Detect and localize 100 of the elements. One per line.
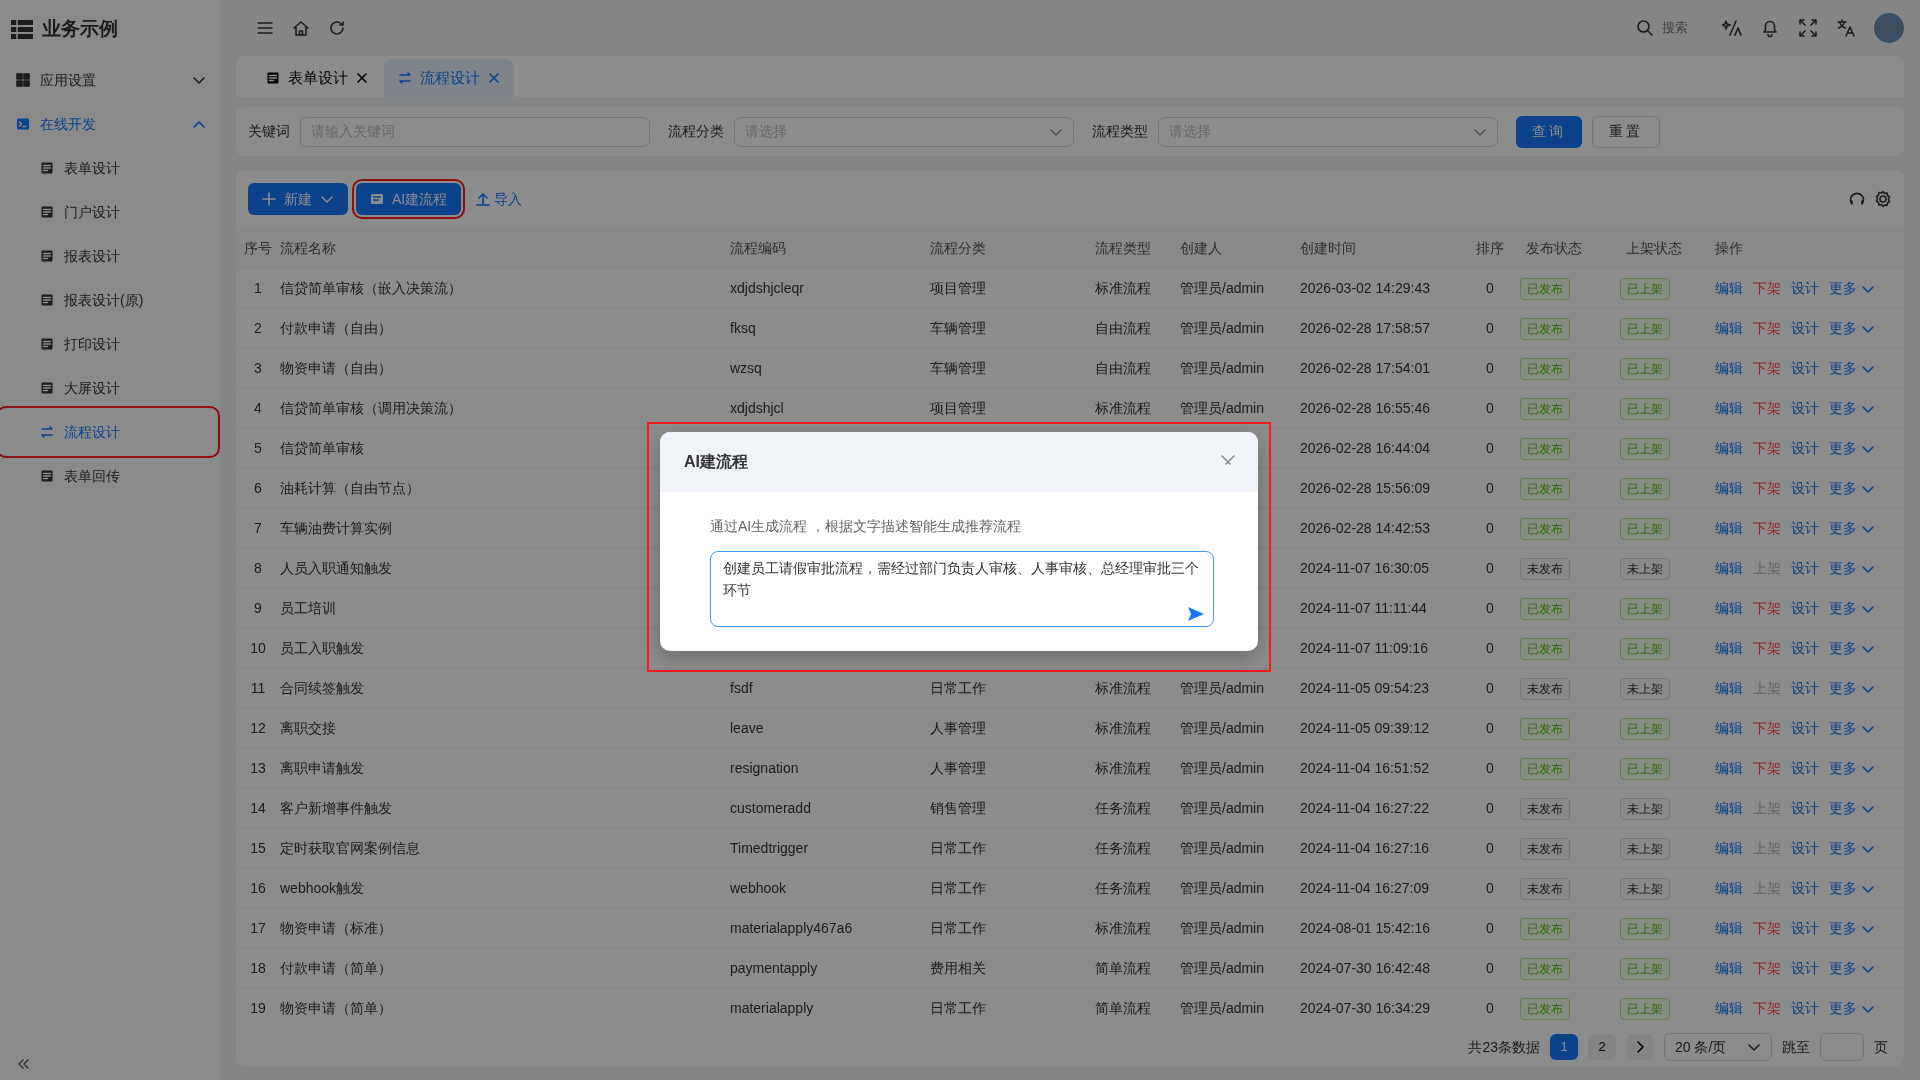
action-link[interactable]: 编辑 bbox=[1715, 758, 1743, 779]
prompt-field[interactable]: 创建员工请假审批流程，需经过部门负责人审核、人事审核、总经理审批三个环节 bbox=[710, 551, 1214, 627]
action-link[interactable]: 编辑 bbox=[1715, 718, 1743, 739]
action-link[interactable]: 设计 bbox=[1791, 638, 1819, 659]
action-link[interactable]: 编辑 bbox=[1715, 958, 1743, 979]
action-link[interactable]: 下架 bbox=[1753, 278, 1781, 299]
new-dropdown-button[interactable]: 新建 bbox=[248, 183, 348, 215]
action-link[interactable]: 设计 bbox=[1791, 838, 1819, 859]
action-link[interactable]: 编辑 bbox=[1715, 598, 1743, 619]
action-link[interactable]: 设计 bbox=[1791, 518, 1819, 539]
action-link[interactable]: 下架 bbox=[1753, 638, 1781, 659]
sidebar-group[interactable]: 应用设置 bbox=[0, 58, 220, 102]
fullscreen-icon[interactable] bbox=[1798, 18, 1818, 39]
more-dropdown-link[interactable]: 更多 bbox=[1829, 318, 1875, 339]
settings-icon[interactable] bbox=[1874, 190, 1892, 208]
action-link[interactable]: 设计 bbox=[1791, 358, 1819, 379]
sidebar-item[interactable]: 大屏设计 bbox=[0, 366, 216, 410]
more-dropdown-link[interactable]: 更多 bbox=[1829, 598, 1875, 619]
action-link[interactable]: 下架 bbox=[1753, 518, 1781, 539]
import-link[interactable]: 导入 bbox=[475, 187, 524, 211]
more-dropdown-link[interactable]: 更多 bbox=[1829, 558, 1875, 579]
reset-button[interactable]: 重置 bbox=[1592, 115, 1660, 148]
bell-icon[interactable] bbox=[1760, 18, 1780, 39]
translate-icon[interactable] bbox=[1836, 18, 1856, 39]
query-button[interactable]: 查询 bbox=[1516, 115, 1582, 148]
action-link[interactable]: 设计 bbox=[1791, 438, 1819, 459]
collapse-icon[interactable] bbox=[16, 1058, 30, 1070]
refresh-icon[interactable] bbox=[328, 19, 346, 38]
action-link[interactable]: 下架 bbox=[1753, 998, 1781, 1019]
action-link[interactable]: 下架 bbox=[1753, 918, 1781, 939]
action-link[interactable]: 编辑 bbox=[1715, 398, 1743, 419]
action-link[interactable]: 编辑 bbox=[1715, 798, 1743, 819]
sidebar-item[interactable]: 报表设计 bbox=[0, 234, 216, 278]
more-dropdown-link[interactable]: 更多 bbox=[1829, 278, 1875, 299]
more-dropdown-link[interactable]: 更多 bbox=[1829, 878, 1875, 899]
action-link[interactable]: 设计 bbox=[1791, 318, 1819, 339]
next-page-button[interactable] bbox=[1626, 1034, 1654, 1060]
action-link[interactable]: 设计 bbox=[1791, 998, 1819, 1019]
more-dropdown-link[interactable]: 更多 bbox=[1829, 958, 1875, 979]
action-link[interactable]: 设计 bbox=[1791, 278, 1819, 299]
action-link[interactable]: 设计 bbox=[1791, 678, 1819, 699]
action-link[interactable]: 编辑 bbox=[1715, 558, 1743, 579]
more-dropdown-link[interactable]: 更多 bbox=[1829, 718, 1875, 739]
sidebar-item[interactable]: 表单设计 bbox=[0, 146, 216, 190]
action-link[interactable]: 设计 bbox=[1791, 958, 1819, 979]
sidebar-item[interactable]: 报表设计(原) bbox=[0, 278, 216, 322]
more-dropdown-link[interactable]: 更多 bbox=[1829, 798, 1875, 819]
more-dropdown-link[interactable]: 更多 bbox=[1829, 918, 1875, 939]
action-link[interactable]: 下架 bbox=[1753, 358, 1781, 379]
more-dropdown-link[interactable]: 更多 bbox=[1829, 678, 1875, 699]
action-link[interactable]: 编辑 bbox=[1715, 438, 1743, 459]
action-link[interactable]: 设计 bbox=[1791, 758, 1819, 779]
action-link[interactable]: 下架 bbox=[1753, 478, 1781, 499]
sidebar-group[interactable]: 在线开发 bbox=[0, 102, 220, 146]
action-link[interactable]: 编辑 bbox=[1715, 518, 1743, 539]
action-link[interactable]: 编辑 bbox=[1715, 918, 1743, 939]
action-link[interactable]: 下架 bbox=[1753, 318, 1781, 339]
more-dropdown-link[interactable]: 更多 bbox=[1829, 398, 1875, 419]
action-link[interactable]: 编辑 bbox=[1715, 998, 1743, 1019]
more-dropdown-link[interactable]: 更多 bbox=[1829, 518, 1875, 539]
action-link[interactable]: 设计 bbox=[1791, 718, 1819, 739]
close-icon[interactable] bbox=[356, 72, 368, 85]
more-dropdown-link[interactable]: 更多 bbox=[1829, 758, 1875, 779]
action-link[interactable]: 编辑 bbox=[1715, 478, 1743, 499]
more-dropdown-link[interactable]: 更多 bbox=[1829, 638, 1875, 659]
action-link[interactable]: 编辑 bbox=[1715, 678, 1743, 699]
ai-sparkle-icon[interactable] bbox=[1722, 18, 1742, 39]
more-dropdown-link[interactable]: 更多 bbox=[1829, 478, 1875, 499]
tab[interactable]: 表单设计 bbox=[252, 59, 382, 98]
page-button[interactable]: 2 bbox=[1588, 1034, 1616, 1060]
more-dropdown-link[interactable]: 更多 bbox=[1829, 358, 1875, 379]
action-link[interactable]: 编辑 bbox=[1715, 318, 1743, 339]
more-dropdown-link[interactable]: 更多 bbox=[1829, 998, 1875, 1019]
action-link[interactable]: 设计 bbox=[1791, 398, 1819, 419]
more-dropdown-link[interactable]: 更多 bbox=[1829, 438, 1875, 459]
page-button[interactable]: 1 bbox=[1550, 1034, 1578, 1060]
action-link[interactable]: 设计 bbox=[1791, 598, 1819, 619]
sidebar-item[interactable]: 门户设计 bbox=[0, 190, 216, 234]
action-link[interactable]: 设计 bbox=[1791, 558, 1819, 579]
action-link[interactable]: 下架 bbox=[1753, 598, 1781, 619]
action-link[interactable]: 编辑 bbox=[1715, 358, 1743, 379]
close-icon[interactable] bbox=[488, 72, 500, 85]
action-link[interactable]: 下架 bbox=[1753, 758, 1781, 779]
tab[interactable]: 流程设计 bbox=[384, 59, 514, 98]
action-link[interactable]: 设计 bbox=[1791, 798, 1819, 819]
home-icon[interactable] bbox=[292, 19, 310, 38]
action-link[interactable]: 下架 bbox=[1753, 958, 1781, 979]
action-link[interactable]: 设计 bbox=[1791, 878, 1819, 899]
action-link[interactable]: 下架 bbox=[1753, 398, 1781, 419]
action-link[interactable]: 编辑 bbox=[1715, 278, 1743, 299]
action-link[interactable]: 设计 bbox=[1791, 478, 1819, 499]
page-size-select[interactable]: 20 条/页 bbox=[1664, 1033, 1772, 1061]
action-link[interactable]: 编辑 bbox=[1715, 878, 1743, 899]
sidebar-item[interactable]: 打印设计 bbox=[0, 322, 216, 366]
action-link[interactable]: 下架 bbox=[1753, 718, 1781, 739]
action-link[interactable]: 设计 bbox=[1791, 918, 1819, 939]
action-link[interactable]: 编辑 bbox=[1715, 638, 1743, 659]
more-dropdown-link[interactable]: 更多 bbox=[1829, 838, 1875, 859]
sidebar-item[interactable]: 表单回传 bbox=[0, 454, 216, 498]
action-link[interactable]: 下架 bbox=[1753, 438, 1781, 459]
